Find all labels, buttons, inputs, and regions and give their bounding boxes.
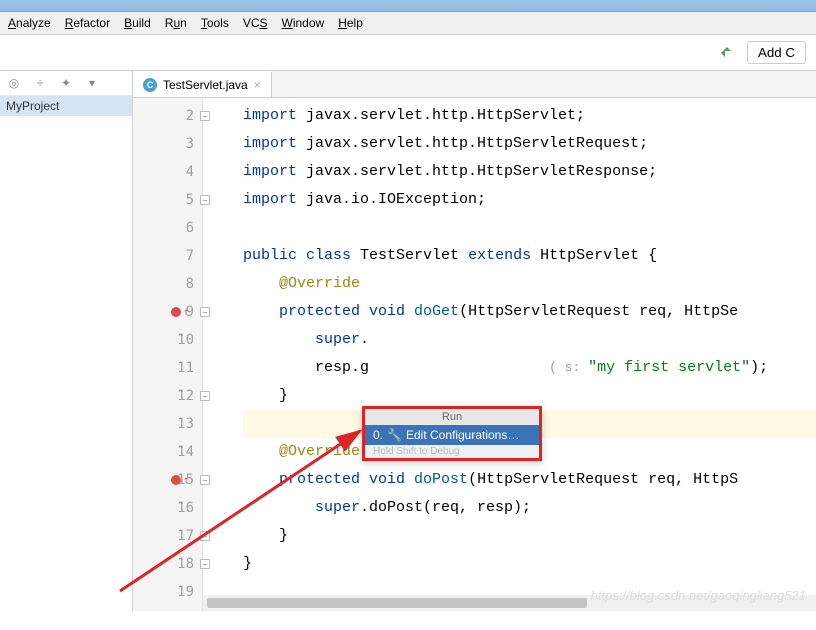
edit-configurations-item[interactable]: 0. 🔧 Edit Configurations… (365, 425, 539, 445)
line-num: ↑15− (133, 466, 202, 494)
line-num: 13 (133, 410, 202, 438)
wrench-icon: 🔧 (387, 428, 402, 442)
code-text[interactable]: import javax.servlet.http.HttpServlet; i… (203, 98, 816, 611)
line-num: 4 (133, 158, 202, 186)
target-icon[interactable]: ◎ (6, 75, 22, 91)
line-num: 19 (133, 578, 202, 606)
popup-index: 0. (373, 428, 383, 442)
editor: C TestServlet.java × 2− 3 4 5− 6 7 8 ↑9−… (133, 71, 816, 611)
add-config-button[interactable]: Add C (747, 41, 806, 64)
gear-icon[interactable]: ✦ (58, 75, 74, 91)
collapse-icon[interactable]: ÷ (32, 75, 48, 91)
menu-bar: AAnalyzenalyze Refactor Build Run Tools … (0, 12, 816, 35)
menu-refactor[interactable]: Refactor (65, 16, 110, 30)
popup-hint: Hold Shift to Debug (365, 445, 539, 458)
line-num: 8 (133, 270, 202, 298)
line-num: 5− (133, 186, 202, 214)
menu-build[interactable]: Build (124, 16, 151, 30)
line-num: 3 (133, 130, 202, 158)
popup-title: Run (365, 409, 539, 425)
menu-vcs[interactable]: VCS (243, 16, 268, 30)
window-titlebar (0, 0, 816, 12)
line-num: 6 (133, 214, 202, 242)
menu-tools[interactable]: Tools (201, 16, 229, 30)
line-num: 12− (133, 382, 202, 410)
line-num: 10 (133, 326, 202, 354)
toolbar: Add C (0, 35, 816, 71)
line-num: 14 (133, 438, 202, 466)
menu-window[interactable]: Window (282, 16, 325, 30)
sidebar-toolbar: ◎ ÷ ✦ ▾ (0, 71, 132, 96)
scrollbar-thumb[interactable] (207, 598, 587, 608)
line-num: 7 (133, 242, 202, 270)
line-num: 16 (133, 494, 202, 522)
menu-run[interactable]: Run (165, 16, 187, 30)
tab-filename: TestServlet.java (163, 78, 248, 92)
editor-tabs: C TestServlet.java × (133, 71, 816, 98)
popup-item-label: Edit Configurations… (406, 428, 519, 442)
close-icon[interactable]: × (254, 78, 261, 92)
tab-testservlet[interactable]: C TestServlet.java × (133, 71, 272, 97)
gutter: 2− 3 4 5− 6 7 8 ↑9− 10 11 12− 13 14 ↑15−… (133, 98, 203, 611)
build-icon[interactable] (719, 45, 735, 61)
menu-help[interactable]: Help (338, 16, 363, 30)
run-popup: Run 0. 🔧 Edit Configurations… Hold Shift… (362, 406, 542, 461)
class-icon: C (143, 78, 157, 92)
line-num: 17− (133, 522, 202, 550)
line-num: 2− (133, 102, 202, 130)
line-num: 18− (133, 550, 202, 578)
editor-body: 2− 3 4 5− 6 7 8 ↑9− 10 11 12− 13 14 ↑15−… (133, 98, 816, 611)
project-sidebar: ◎ ÷ ✦ ▾ MyProject (0, 71, 133, 611)
chevron-down-icon[interactable]: ▾ (84, 75, 100, 91)
watermark: https://blog.csdn.net/gaoqingliang521 (591, 588, 806, 603)
menu-analyze[interactable]: AAnalyzenalyze (8, 16, 51, 30)
main-area: ◎ ÷ ✦ ▾ MyProject C TestServlet.java × 2… (0, 71, 816, 611)
line-num: 11 (133, 354, 202, 382)
line-num: ↑9− (133, 298, 202, 326)
project-root[interactable]: MyProject (0, 96, 132, 116)
